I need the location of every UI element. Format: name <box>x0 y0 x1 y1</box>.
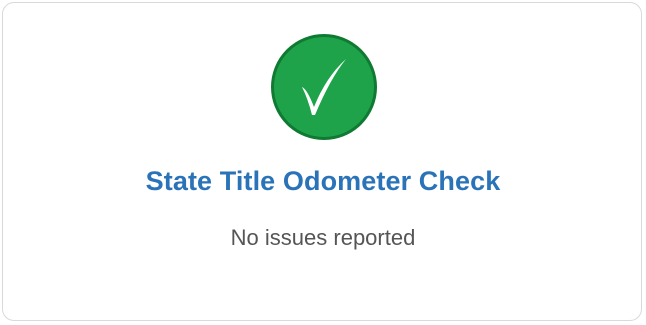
check-title: State Title Odometer Check <box>145 166 501 196</box>
success-check-icon <box>271 34 377 140</box>
odometer-check-card: State Title Odometer Check No issues rep… <box>2 2 642 321</box>
check-icon <box>302 59 346 115</box>
check-status-text: No issues reported <box>230 225 416 250</box>
